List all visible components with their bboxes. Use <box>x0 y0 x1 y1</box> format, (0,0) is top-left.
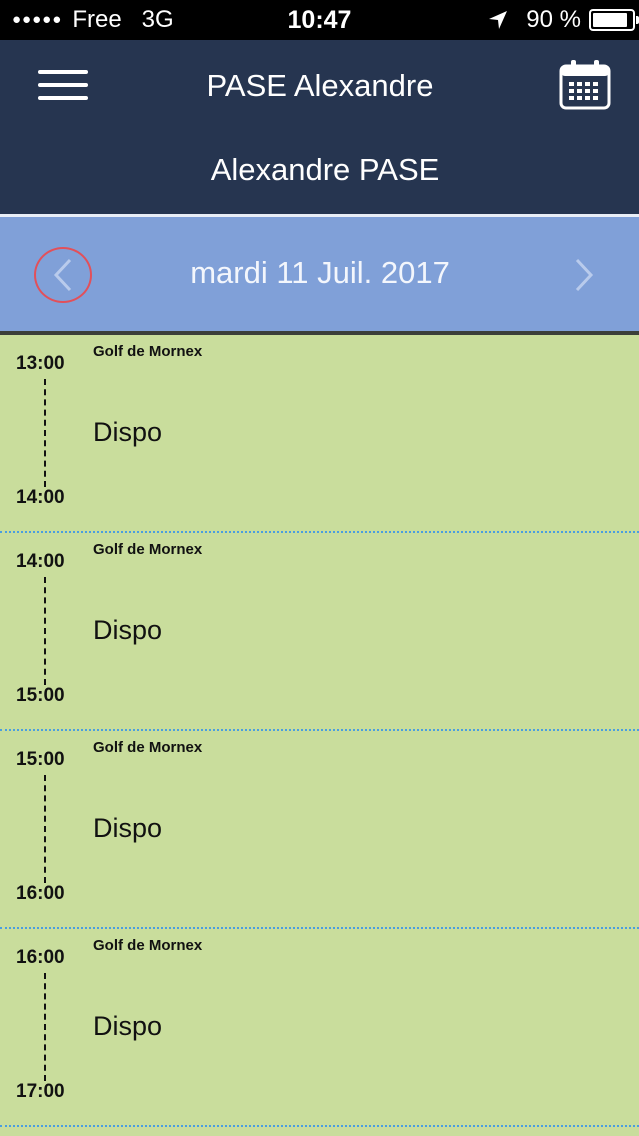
slot-start-time: 13:00 <box>16 353 65 374</box>
battery-level-fill <box>593 13 628 27</box>
slot-duration-line <box>44 775 46 883</box>
slot-status: Dispo <box>93 813 163 843</box>
page-title: PASE Alexandre <box>206 68 434 103</box>
slot-end-time: 16:00 <box>16 883 65 904</box>
slot-duration-line <box>44 973 46 1081</box>
current-date: mardi 11 Juil. 2017 <box>190 255 450 290</box>
app-header: PASE Alexandre Alexandre PASE <box>0 40 639 214</box>
calendar-icon[interactable] <box>558 58 612 117</box>
slot-duration-line <box>44 577 46 685</box>
slot-start-time: 15:00 <box>16 749 65 770</box>
status-right: 90 % <box>488 6 639 34</box>
slot-start-time: 14:00 <box>16 551 65 572</box>
time-slot[interactable]: 15:00 16:00 Golf de Mornex Dispo <box>0 731 639 929</box>
battery-percent: 90 % <box>526 6 581 33</box>
date-navigation: mardi 11 Juil. 2017 <box>0 217 639 331</box>
chevron-right-icon <box>575 258 594 292</box>
location-arrow-icon <box>489 11 508 29</box>
slot-start-time: 16:00 <box>16 947 65 968</box>
status-bar: ●●●●● Free 3G 10:47 90 % <box>0 0 639 40</box>
slot-end-time: 14:00 <box>16 487 65 508</box>
slot-venue: Golf de Mornex <box>93 343 203 360</box>
chevron-left-icon <box>53 258 72 292</box>
slot-venue: Golf de Mornex <box>93 739 203 756</box>
time-slot[interactable]: 13:00 14:00 Golf de Mornex Dispo <box>0 335 639 533</box>
previous-day-button[interactable] <box>34 247 92 303</box>
hamburger-menu-icon[interactable] <box>38 70 88 102</box>
slot-status: Dispo <box>93 615 163 645</box>
slot-end-time: 17:00 <box>16 1081 65 1102</box>
time-slot-list: 13:00 14:00 Golf de Mornex Dispo 14:00 1… <box>0 335 639 1127</box>
slot-venue: Golf de Mornex <box>93 937 203 954</box>
time-slot[interactable]: 16:00 17:00 Golf de Mornex Dispo <box>0 929 639 1127</box>
slot-status: Dispo <box>93 1011 163 1041</box>
slot-status: Dispo <box>93 417 163 447</box>
next-day-button[interactable] <box>562 247 606 303</box>
battery-icon <box>589 9 639 31</box>
slot-venue: Golf de Mornex <box>93 541 203 558</box>
time-slot[interactable]: 14:00 15:00 Golf de Mornex Dispo <box>0 533 639 731</box>
slot-end-time: 15:00 <box>16 685 65 706</box>
slot-duration-line <box>44 379 46 487</box>
page-subtitle: Alexandre PASE <box>210 152 440 187</box>
